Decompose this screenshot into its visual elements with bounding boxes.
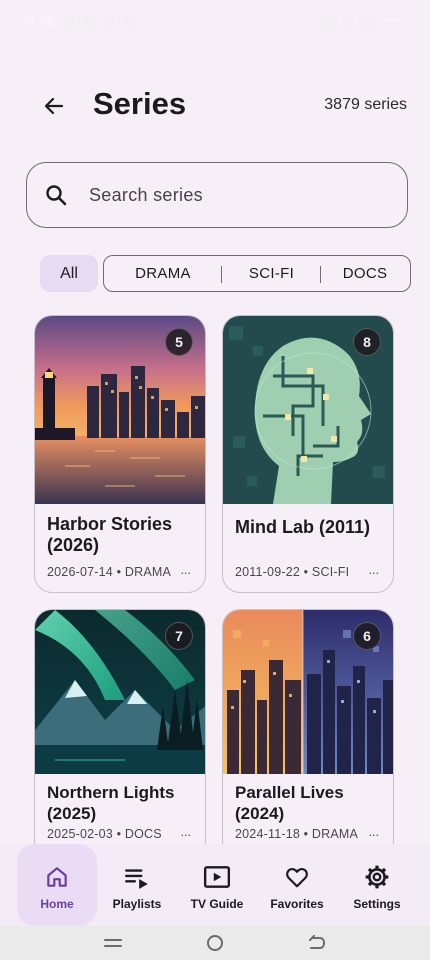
nav-item-settings[interactable]: Settings [337, 844, 417, 926]
card-meta: 2024-11-18 • DRAMA [235, 827, 359, 841]
wifi-icon [342, 16, 354, 28]
card-more-button[interactable]: ... [369, 563, 379, 577]
nav-item-favorites[interactable]: Favorites [257, 844, 337, 926]
status-bar: 21:56 [0, 0, 430, 44]
filter-chip-label: DOCS [342, 265, 388, 282]
card-title: Northern Lights (2025) [47, 783, 175, 823]
gear-icon [365, 865, 389, 889]
notification-icon [62, 16, 75, 28]
card-more-button[interactable]: ... [181, 825, 191, 839]
nav-label: Home [40, 897, 74, 911]
nav-item-home[interactable]: Home [17, 844, 97, 926]
bottom-navigation: Home Playlists TV Guide Favorites Settin… [0, 844, 430, 926]
series-card[interactable]: 6 Parallel Lives (2024) 2024-11-18 • DRA… [222, 609, 394, 859]
card-more-button[interactable]: ... [369, 825, 379, 839]
filter-chip-all[interactable]: All [40, 255, 98, 292]
filter-chip-group: DRAMA SCI-FI DOCS [103, 255, 411, 292]
x-app-icon [102, 16, 115, 28]
series-count: 3879 series [324, 96, 407, 113]
vibrate-icon [322, 16, 334, 28]
filter-chip-label: DRAMA [135, 265, 191, 282]
signal-icon [362, 16, 374, 28]
browser-icon [122, 16, 135, 28]
card-meta: 2026-07-14 • DRAMA [47, 565, 172, 579]
back-button[interactable] [34, 86, 74, 126]
heart-icon [286, 868, 308, 888]
nav-label: Favorites [270, 897, 324, 911]
card-title: Mind Lab (2011) [235, 517, 371, 537]
system-navigation-bar [0, 926, 430, 960]
page-header: Series 3879 series [0, 78, 430, 134]
battery-icon [382, 16, 408, 28]
series-card[interactable]: 5 Harbor Stories (2026) 2026-07-14 • DRA… [34, 315, 206, 593]
nav-item-tv-guide[interactable]: TV Guide [177, 844, 257, 926]
filter-chip-drama[interactable]: DRAMA [104, 256, 222, 291]
recent-apps-icon[interactable] [104, 937, 122, 949]
card-more-button[interactable]: ... [181, 563, 191, 577]
series-card[interactable]: 7 Northern Lights (2025) 2025-02-03 • DO… [34, 609, 206, 859]
episode-count-badge: 6 [353, 622, 381, 650]
card-meta: 2025-02-03 • DOCS [47, 827, 162, 841]
back-gesture-icon[interactable] [308, 935, 326, 951]
page-title: Series [93, 86, 187, 121]
filter-chip-docs[interactable]: DOCS [321, 256, 409, 291]
series-card[interactable]: 8 Mind Lab (2011) 2011-09-22 • SCI-FI ..… [222, 315, 394, 593]
card-meta: 2011-09-22 • SCI-FI [235, 565, 350, 579]
search-input[interactable] [89, 184, 379, 206]
card-title: Harbor Stories (2026) [47, 514, 173, 555]
home-icon [47, 867, 67, 887]
filter-chip-sci-fi[interactable]: SCI-FI [222, 256, 321, 291]
tv-guide-icon [203, 866, 231, 888]
episode-count-badge: 5 [165, 328, 193, 356]
nav-label: Playlists [112, 897, 162, 911]
nav-item-playlists[interactable]: Playlists [97, 844, 177, 926]
arrow-left-icon [44, 97, 64, 115]
search-icon [43, 182, 69, 208]
home-button-icon[interactable] [206, 934, 224, 952]
filter-chip-label: SCI-FI [248, 265, 295, 282]
search-field[interactable] [26, 162, 408, 228]
playlist-icon [125, 869, 148, 889]
card-title: Parallel Lives (2024) [235, 783, 344, 823]
message-icon [82, 16, 95, 28]
status-time: 21:56 [22, 14, 55, 30]
nav-label: Settings [353, 897, 401, 911]
episode-count-badge: 7 [165, 622, 193, 650]
nav-label: TV Guide [190, 897, 244, 911]
episode-count-badge: 8 [353, 328, 381, 356]
